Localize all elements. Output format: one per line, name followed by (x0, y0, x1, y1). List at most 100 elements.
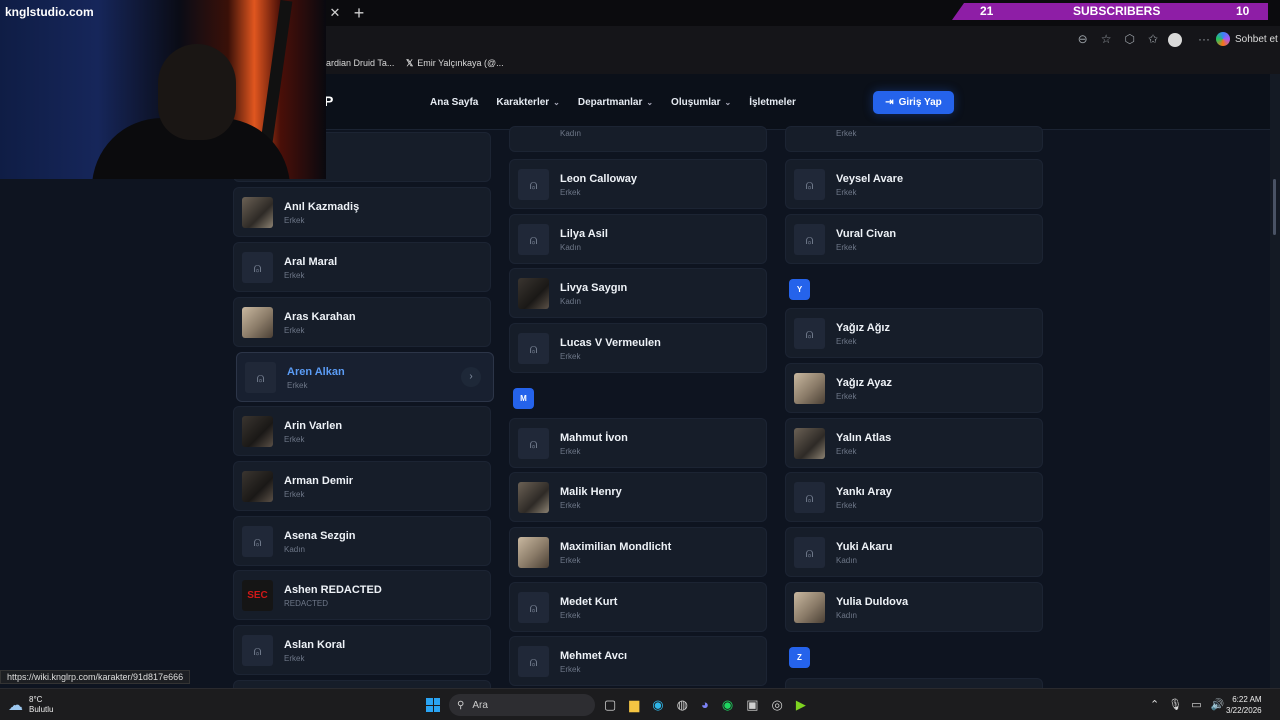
search-icon: ⚲ (457, 699, 465, 711)
nav-link-businesses[interactable]: İşletmeler (749, 97, 796, 108)
discord-icon[interactable]: ◕ (701, 697, 709, 713)
login-button[interactable]: ⇥ Giriş Yap (873, 91, 954, 114)
nav-link-organizations[interactable]: Oluşumlar ⌄ (671, 97, 731, 108)
character-card[interactable]: Kadın (509, 126, 767, 152)
character-card[interactable]: ⍝ Lilya Asil Kadın (509, 214, 767, 264)
chevron-right-icon: › (461, 367, 481, 387)
character-card[interactable]: Erkek (785, 126, 1043, 152)
task-view-icon[interactable]: ▢ (604, 697, 616, 713)
character-gender: Kadın (560, 297, 581, 306)
terminal-icon[interactable]: ▣ (746, 697, 758, 713)
bookmark-item[interactable]: 𝕏 Emir Yalçınkaya (@... (406, 58, 504, 69)
user-icon: ⍝ (518, 646, 549, 677)
app-icon[interactable]: ▶ (796, 697, 806, 713)
user-icon: ⍝ (242, 526, 273, 557)
favorites-icon[interactable]: ✩ (1148, 32, 1158, 46)
character-name: Aslan Koral (284, 639, 346, 651)
taskbar-clock[interactable]: 6:22 AM 3/22/2026 (1226, 694, 1262, 716)
character-name: Livya Saygın (560, 282, 628, 294)
letter-badge-z: Z (789, 647, 810, 668)
steam-icon[interactable]: ◍ (677, 697, 688, 713)
character-card[interactable]: SEC Ashen REDACTED REDACTED (233, 570, 491, 620)
character-card[interactable]: Livya Saygın Kadın (509, 268, 767, 318)
obs-icon[interactable]: ◎ (771, 697, 782, 713)
character-card[interactable]: ⍝ Medet Kurt Erkek (509, 582, 767, 632)
volume-icon[interactable]: 🔊 (1211, 698, 1225, 711)
character-gender: Erkek (836, 337, 857, 346)
scrollbar-thumb[interactable] (1273, 179, 1276, 235)
nav-links: Ana Sayfa Karakterler ⌄ Departmanlar ⌄ Olu… (430, 97, 796, 108)
subs-right-count: 10 (1236, 4, 1250, 18)
nav-link-departments[interactable]: Departmanlar ⌄ (578, 97, 653, 108)
character-card[interactable]: ⍝ Aral Maral Erkek (233, 242, 491, 292)
mic-icon[interactable]: 🎙 (1168, 698, 1182, 711)
tab-close-icon[interactable]: ✕ (327, 5, 343, 21)
chevron-down-icon: ⌄ (646, 98, 654, 107)
character-card[interactable]: ⍝ Vural Civan Erkek (785, 214, 1043, 264)
new-tab-icon[interactable]: + (350, 3, 368, 23)
character-card[interactable]: Arman Demir Erkek (233, 461, 491, 511)
character-card[interactable] (233, 680, 491, 688)
display-icon[interactable]: ▭ (1191, 698, 1201, 711)
character-card[interactable]: ⍝ Mahmut İvon Erkek (509, 418, 767, 468)
character-name: Yağız Ağız (836, 322, 890, 334)
more-icon[interactable]: ··· (1198, 32, 1210, 46)
character-gender: Erkek (560, 501, 581, 510)
search-placeholder: Ara (472, 699, 488, 711)
cloud-icon: ☁ (8, 697, 23, 714)
favorite-star-icon[interactable]: ☆ (1101, 32, 1112, 46)
character-gender: Erkek (284, 271, 305, 280)
character-name: Maximilian Mondlicht (560, 541, 672, 553)
character-gender: Erkek (560, 447, 581, 456)
nav-link-characters[interactable]: Karakterler ⌄ (496, 97, 560, 108)
page-scrollbar[interactable] (1270, 74, 1280, 688)
character-gender: REDACTED (284, 599, 329, 608)
character-card[interactable]: ⍝ Yağız Ağız Erkek (785, 308, 1043, 358)
character-card[interactable]: ⍝ Yankı Aray Erkek (785, 472, 1043, 522)
weather-widget[interactable]: ☁ 8°C Bulutlu (8, 695, 53, 715)
character-card[interactable]: Yalın Atlas Erkek (785, 418, 1043, 468)
taskbar-search[interactable]: ⚲ Ara (449, 694, 595, 716)
character-gender: Erkek (284, 216, 305, 225)
character-card[interactable]: Yağız Ayaz Erkek (785, 363, 1043, 413)
character-card[interactable]: ⍝ Leon Calloway Erkek (509, 159, 767, 209)
link-status-url: https://wiki.knglrp.com/karakter/91d817e… (0, 670, 191, 684)
character-name: Yalın Atlas (836, 432, 892, 444)
user-icon: ⍝ (518, 592, 549, 623)
character-card[interactable]: ⍝ Yuki Akaru Kadın (785, 527, 1043, 577)
nav-link-home[interactable]: Ana Sayfa (430, 97, 478, 108)
secret-stamp-avatar: SEC (242, 580, 273, 611)
copilot-icon (1216, 32, 1230, 46)
character-avatar (242, 471, 273, 502)
streamer-head (158, 44, 236, 140)
character-name: Aras Karahan (284, 311, 356, 323)
character-card[interactable]: ⍝ Lucas V Vermeulen Erkek (509, 323, 767, 373)
character-card[interactable]: Yulia Duldova Kadın (785, 582, 1043, 632)
character-card[interactable]: Malik Henry Erkek (509, 472, 767, 522)
chevron-up-icon[interactable]: ⌃ (1150, 698, 1159, 711)
character-card[interactable]: Arin Varlen Erkek (233, 406, 491, 456)
profile-avatar[interactable] (1168, 33, 1182, 47)
character-card[interactable]: ⍝ Mehmet Avcı Erkek (509, 636, 767, 686)
character-card-hovered[interactable]: ⍝ Aren Alkan Erkek › (236, 352, 494, 402)
chevron-down-icon: ⌄ (553, 98, 560, 107)
character-card[interactable]: Anıl Kazmadiş Erkek (233, 187, 491, 237)
bookmark-item[interactable]: ardian Druid Ta... (326, 58, 394, 68)
character-card[interactable]: Aras Karahan Erkek (233, 297, 491, 347)
character-card[interactable]: Maximilian Mondlicht Erkek (509, 527, 767, 577)
user-icon: ⍝ (518, 224, 549, 255)
zoom-icon[interactable]: ⊖ (1078, 32, 1088, 46)
character-card[interactable] (785, 678, 1043, 688)
file-explorer-icon[interactable]: ▆ (629, 697, 639, 713)
character-gender: Kadın (284, 545, 305, 554)
windows-taskbar: ☁ 8°C Bulutlu ⚲ Ara ▢ ▆ ◉ ◍ ◕ ◉ ▣ ◎ ▶ ⌃ … (0, 688, 1280, 720)
edge-icon[interactable]: ◉ (652, 697, 663, 713)
spotify-icon[interactable]: ◉ (722, 697, 733, 713)
character-card[interactable]: ⍝ Aslan Koral Erkek (233, 625, 491, 675)
extensions-icon[interactable]: ⬡ (1124, 32, 1134, 46)
character-name: Yuki Akaru (836, 541, 893, 553)
copilot-button[interactable]: Sohbet et (1216, 32, 1278, 46)
windows-start-icon[interactable] (426, 698, 440, 712)
character-card[interactable]: ⍝ Asena Sezgin Kadın (233, 516, 491, 566)
character-card[interactable]: ⍝ Veysel Avare Erkek (785, 159, 1043, 209)
